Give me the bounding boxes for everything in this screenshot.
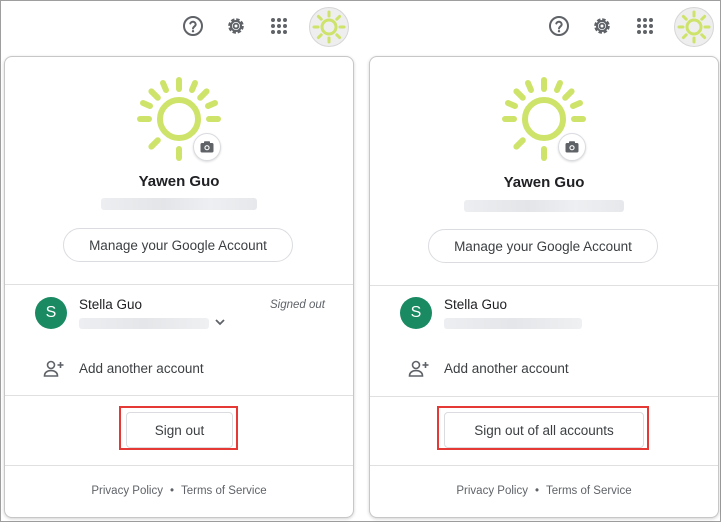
divider [5, 284, 353, 285]
sign-out-all-button[interactable]: Sign out of all accounts [444, 412, 644, 448]
other-account-email-redacted [444, 318, 582, 329]
divider [370, 285, 718, 286]
footer-separator: • [169, 485, 174, 497]
footer-links: Privacy Policy • Terms of Service [5, 485, 353, 497]
footer-separator: • [534, 485, 539, 497]
account-avatar-button[interactable] [309, 7, 349, 47]
camera-icon [565, 141, 579, 153]
profile-email-redacted [101, 198, 257, 210]
sun-avatar-icon [677, 10, 711, 44]
other-account-email-redacted [79, 318, 209, 329]
help-circle-icon[interactable] [181, 14, 205, 38]
terms-of-service-link[interactable]: Terms of Service [181, 485, 267, 497]
add-another-account-link[interactable]: Add another account [444, 361, 569, 376]
gear-icon[interactable] [224, 14, 248, 38]
help-circle-icon[interactable] [547, 14, 571, 38]
person-add-icon [43, 360, 64, 377]
apps-grid-icon[interactable] [267, 14, 291, 38]
top-bar-left [175, 0, 355, 52]
camera-icon [200, 141, 214, 153]
profile-name: Yawen Guo [503, 174, 585, 191]
privacy-policy-link[interactable]: Privacy Policy [456, 485, 528, 497]
divider [5, 395, 353, 396]
gear-icon[interactable] [590, 14, 614, 38]
signed-out-status: Signed out [270, 299, 325, 311]
apps-grid-icon[interactable] [633, 14, 657, 38]
footer-links: Privacy Policy • Terms of Service [370, 485, 718, 497]
divider [5, 465, 353, 466]
change-photo-button[interactable] [558, 133, 586, 161]
account-panel-left: Yawen Guo Manage your Google Account S S… [4, 56, 354, 518]
profile-name: Yawen Guo [138, 173, 220, 190]
account-panel-right: Yawen Guo Manage your Google Account S S… [369, 56, 719, 518]
terms-of-service-link[interactable]: Terms of Service [546, 485, 632, 497]
manage-account-button[interactable]: Manage your Google Account [428, 229, 658, 263]
divider [370, 465, 718, 466]
other-account-name[interactable]: Stella Guo [444, 297, 507, 312]
account-avatar-button[interactable] [674, 7, 714, 47]
top-bar-right [540, 0, 720, 52]
add-another-account-link[interactable]: Add another account [79, 361, 204, 376]
sign-out-button[interactable]: Sign out [126, 412, 233, 448]
chevron-down-icon[interactable] [213, 315, 227, 329]
manage-account-button[interactable]: Manage your Google Account [63, 228, 293, 262]
sun-avatar-icon [312, 10, 346, 44]
privacy-policy-link[interactable]: Privacy Policy [91, 485, 163, 497]
other-account-avatar: S [400, 297, 432, 329]
profile-email-redacted [464, 200, 624, 212]
other-account-name[interactable]: Stella Guo [79, 297, 142, 312]
other-account-avatar: S [35, 297, 67, 329]
change-photo-button[interactable] [193, 133, 221, 161]
person-add-icon [408, 360, 429, 377]
divider [370, 396, 718, 397]
